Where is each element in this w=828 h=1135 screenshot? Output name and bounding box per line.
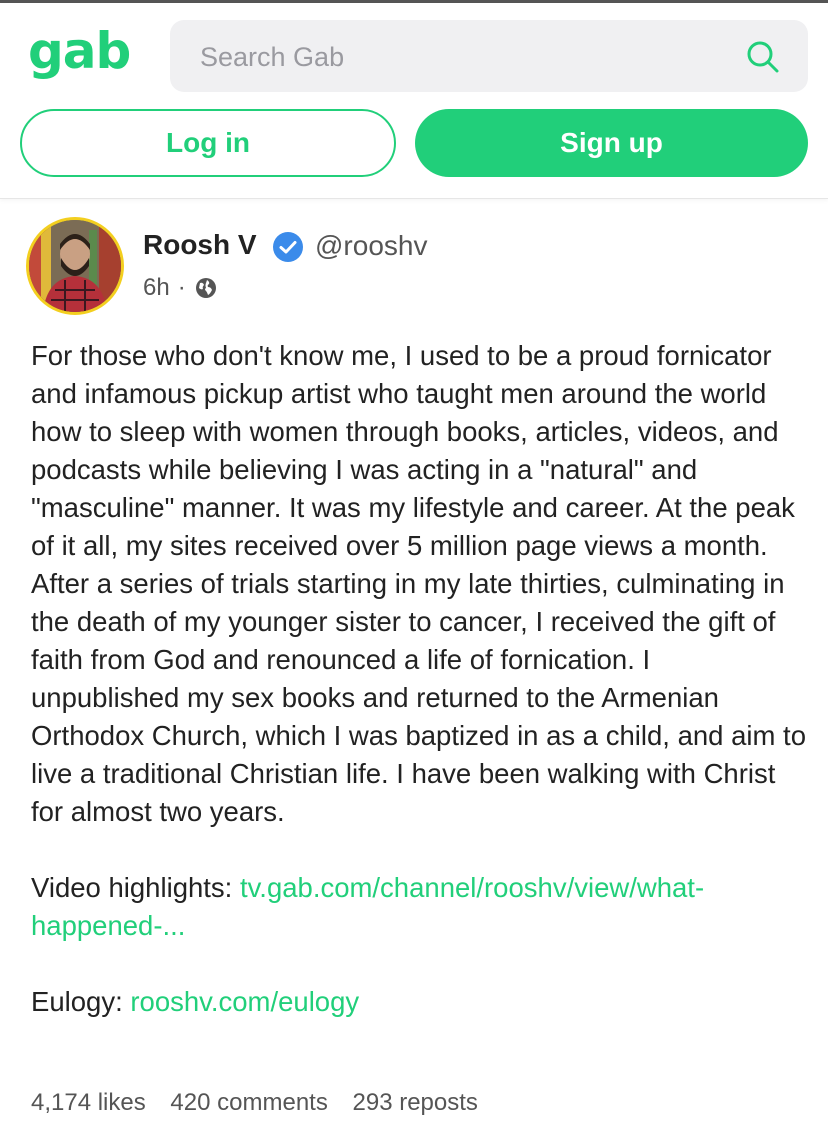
post-meta: 6h · xyxy=(143,274,218,302)
reposts-count[interactable]: 293 reposts xyxy=(353,1089,478,1116)
post-body: For those who don't know me, I used to b… xyxy=(31,337,806,1021)
likes-count[interactable]: 4,174 likes xyxy=(31,1089,146,1116)
post-card: Roosh V @rooshv 6h · For those who don't… xyxy=(0,199,828,1135)
video-label: Video highlights: xyxy=(31,872,240,903)
author-name[interactable]: Roosh V xyxy=(143,229,257,261)
signup-button[interactable]: Sign up xyxy=(415,109,808,177)
globe-icon xyxy=(195,278,216,298)
post-time[interactable]: 6h xyxy=(143,274,170,302)
login-button[interactable]: Log in xyxy=(20,109,396,177)
eulogy-line: Eulogy: rooshv.com/eulogy xyxy=(31,983,806,1021)
search-bar[interactable] xyxy=(170,20,808,94)
meta-separator: · xyxy=(177,274,186,301)
post-text: For those who don't know me, I used to b… xyxy=(31,340,806,827)
gab-logo[interactable]: gab xyxy=(28,21,131,81)
site-header: gab Log in Sign up xyxy=(0,3,828,199)
eulogy-link[interactable]: rooshv.com/eulogy xyxy=(130,986,359,1017)
avatar-image xyxy=(29,220,121,312)
search-input[interactable] xyxy=(170,20,762,94)
comments-count[interactable]: 420 comments xyxy=(170,1089,327,1116)
video-highlights: Video highlights: tv.gab.com/channel/roo… xyxy=(31,869,806,945)
verified-badge-icon xyxy=(273,232,303,262)
author-handle[interactable]: @rooshv xyxy=(315,230,427,262)
avatar[interactable] xyxy=(26,217,124,315)
eulogy-label: Eulogy: xyxy=(31,986,131,1017)
post-stats: 4,174 likes 420 comments 293 reposts xyxy=(31,1089,496,1117)
search-icon[interactable] xyxy=(746,40,780,74)
